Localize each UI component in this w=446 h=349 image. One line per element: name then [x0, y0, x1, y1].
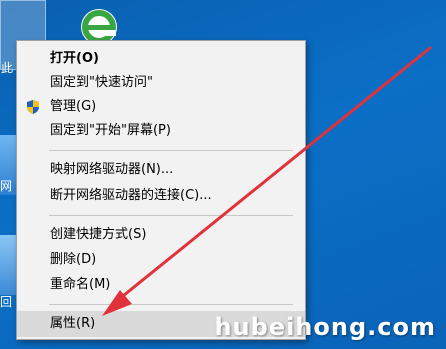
menu-item-map-network-drive[interactable]: 映射网络驱动器(N)... — [17, 158, 305, 182]
network-label: 网 — [0, 179, 13, 193]
menu-item-label: 重命名(M) — [50, 277, 111, 292]
menu-item-label: 固定到"开始"屏幕(P) — [50, 123, 171, 138]
menu-item-manage[interactable]: 管理(G) — [17, 95, 305, 119]
menu-separator — [49, 304, 293, 305]
recycle-bin-label: 回 — [0, 295, 13, 309]
menu-item-label: 删除(D) — [50, 252, 97, 267]
shield-icon — [25, 99, 41, 115]
menu-item-disconnect-network-drive[interactable]: 断开网络驱动器的连接(C)... — [17, 184, 305, 208]
menu-item-create-shortcut[interactable]: 创建快捷方式(S) — [17, 223, 305, 247]
menu-item-pin-quick-access[interactable]: 固定到"快速访问" — [17, 71, 305, 95]
menu-item-rename[interactable]: 重命名(M) — [17, 273, 305, 297]
menu-item-label: 断开网络驱动器的连接(C)... — [50, 188, 212, 203]
menu-separator — [49, 150, 293, 151]
menu-item-pin-start[interactable]: 固定到"开始"屏幕(P) — [17, 119, 305, 143]
menu-separator — [49, 215, 293, 216]
menu-item-label: 映射网络驱动器(N)... — [50, 162, 174, 177]
this-pc-label: 此 — [1, 61, 14, 75]
menu-item-label: 固定到"快速访问" — [50, 75, 153, 90]
menu-item-label: 属性(R) — [50, 316, 96, 331]
menu-item-label: 管理(G) — [50, 99, 97, 114]
context-menu: 打开(O) 固定到"快速访问" 管理(G) 固定到"开始"屏幕(P) 映射网络驱… — [16, 40, 306, 340]
menu-item-delete[interactable]: 删除(D) — [17, 248, 305, 272]
menu-item-label: 打开(O) — [50, 51, 99, 66]
menu-item-label: 创建快捷方式(S) — [50, 227, 147, 242]
menu-item-open[interactable]: 打开(O) — [17, 47, 305, 71]
watermark-text: hubeihong.com — [214, 313, 436, 341]
